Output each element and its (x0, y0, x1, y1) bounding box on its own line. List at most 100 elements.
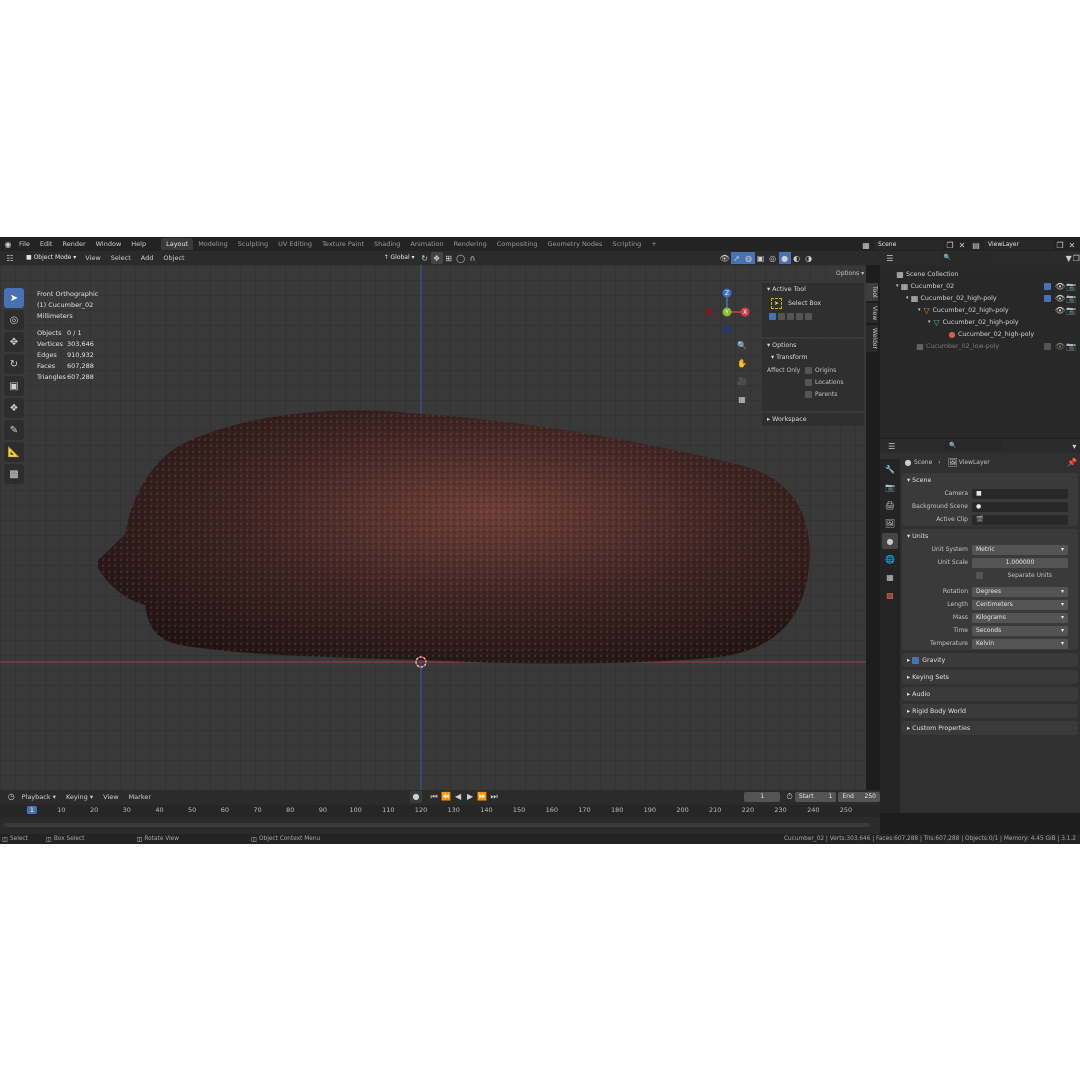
editor-type-icon[interactable]: ☷ (4, 252, 16, 264)
end-frame-input[interactable]: End 250 (838, 791, 880, 802)
tab-uv-editing[interactable]: UV Editing (273, 238, 317, 250)
list-item[interactable]: ▾ ▦ Cucumber_02 👁 📷 (880, 280, 1080, 292)
separate-units-checkbox[interactable] (976, 572, 983, 579)
workspace-section[interactable]: ▸ Workspace (762, 413, 864, 426)
select-box-tool[interactable]: ➤ Select Box (771, 298, 859, 309)
active-clip-field[interactable]: 🎬 (972, 514, 1068, 525)
rotation-dropdown[interactable]: Degrees ▾ (972, 586, 1068, 597)
start-frame-input[interactable]: Start 1 (794, 791, 837, 802)
annotate-tool-icon[interactable]: ✎ (4, 420, 24, 440)
move-tool-icon[interactable]: ✥ (4, 332, 24, 352)
list-item[interactable]: ▾ ▦ Cucumber_02_high-poly 👁 📷 (880, 292, 1080, 304)
mode-intersect-icon[interactable] (805, 313, 812, 320)
tab-layout[interactable]: Layout (161, 238, 194, 250)
tab-welder[interactable]: Welder (866, 324, 878, 352)
time-dropdown[interactable]: Seconds ▾ (972, 625, 1068, 636)
stopwatch-icon[interactable]: ⏱ (784, 791, 795, 803)
camera-field[interactable]: ■ (972, 488, 1068, 499)
collection-tab-icon[interactable]: ▦ (882, 569, 898, 585)
menu-select[interactable]: Select (106, 254, 136, 262)
render-tab-icon[interactable]: 📷 (882, 479, 898, 495)
custom-properties-header[interactable]: ▸ Custom Properties (902, 721, 1078, 735)
list-item[interactable]: ● Cucumber_02_high-poly (880, 328, 1080, 340)
tool-settings-tab-icon[interactable]: 🔧 (882, 461, 898, 477)
navigation-gizmo[interactable]: Z X Y (700, 285, 754, 339)
gravity-checkbox[interactable] (912, 656, 920, 664)
frame-ruler[interactable]: 1 10 20 30 40 50 60 70 80 90 100 110 120 130 140 150 160… (0, 805, 880, 817)
solid-shading-icon[interactable]: ● (778, 252, 791, 264)
scene-tab-icon[interactable]: ● (882, 533, 898, 549)
unit-system-dropdown[interactable]: Metric ▾ (972, 544, 1068, 555)
overlay-toggle-icon[interactable]: ◍ (742, 252, 755, 264)
copy-viewlayer-icon[interactable]: ❐ (1054, 239, 1066, 251)
blender-logo-icon[interactable]: ◉ (2, 238, 14, 250)
add-cube-tool-icon[interactable]: ▩ (4, 464, 24, 484)
play-icon[interactable]: ▶ (464, 791, 476, 803)
tab-animation[interactable]: Animation (405, 238, 448, 250)
audio-header[interactable]: ▸ Audio (902, 687, 1078, 701)
add-workspace-icon[interactable]: + (646, 238, 661, 250)
include-checkbox[interactable] (1044, 342, 1051, 350)
list-item[interactable]: ▾ ▽ Cucumber_02_high-poly (880, 316, 1080, 328)
scene-name-field[interactable]: Scene (874, 240, 944, 250)
material-shading-icon[interactable]: ◐ (791, 252, 803, 264)
unit-scale-input[interactable]: 1.000000 (972, 557, 1068, 568)
locations-checkbox[interactable] (805, 379, 812, 386)
world-tab-icon[interactable]: 🌐 (882, 551, 898, 567)
copy-scene-icon[interactable]: ❐ (944, 239, 956, 251)
menu-view[interactable]: View (80, 254, 105, 262)
properties-editor-icon[interactable]: ☰ (886, 440, 897, 452)
menu-playback[interactable]: Playback ▾ (17, 793, 61, 801)
menu-marker[interactable]: Marker (124, 793, 156, 801)
measure-tool-icon[interactable]: 📐 (4, 442, 24, 462)
select-tool-icon[interactable]: ➤ (4, 288, 24, 308)
texture-tab-icon[interactable]: ▩ (882, 587, 898, 603)
play-reverse-icon[interactable]: ◀ (452, 791, 464, 803)
menu-keying[interactable]: Keying ▾ (61, 793, 98, 801)
transform-subheader[interactable]: ▾ Transform (771, 354, 859, 361)
close-viewlayer-icon[interactable]: ✕ (1066, 239, 1078, 251)
mode-new-icon[interactable] (769, 313, 776, 320)
cursor-tool-icon[interactable]: ◎ (4, 310, 24, 330)
proportional-edit-icon[interactable]: ◯ (455, 252, 467, 264)
scene-panel-header[interactable]: ▾ Scene (902, 473, 1078, 487)
falloff-icon[interactable]: ∩ (467, 252, 479, 264)
filter-icon[interactable]: ▼ (1065, 252, 1073, 264)
render-camera-icon[interactable]: 📷 (1065, 304, 1077, 316)
tab-view[interactable]: View (866, 302, 878, 323)
parents-checkbox[interactable] (805, 391, 812, 398)
origins-checkbox[interactable] (805, 367, 812, 374)
cucumber-mesh[interactable] (98, 410, 810, 664)
tab-geometry-nodes[interactable]: Geometry Nodes (543, 238, 608, 250)
mode-extend-icon[interactable] (778, 313, 785, 320)
menu-object[interactable]: Object (158, 254, 189, 262)
properties-search-input[interactable]: 🔍 (945, 441, 1003, 451)
tab-modeling[interactable]: Modeling (193, 238, 233, 250)
tab-sculpting[interactable]: Sculpting (233, 238, 273, 250)
include-checkbox[interactable] (1044, 282, 1051, 290)
render-camera-icon[interactable]: 📷 (1065, 340, 1077, 352)
chevron-down-icon[interactable]: ▾ (1069, 440, 1080, 452)
wireframe-shading-icon[interactable]: ◎ (767, 252, 779, 264)
view-layer-tab-icon[interactable]: 🖼 (882, 515, 898, 531)
gizmo-neg-z[interactable] (723, 325, 731, 333)
list-item[interactable]: ▦ Scene Collection (880, 268, 1080, 280)
rigid-body-world-header[interactable]: ▸ Rigid Body World (902, 704, 1078, 718)
close-scene-icon[interactable]: ✕ (956, 239, 968, 251)
tab-texture-paint[interactable]: Texture Paint (317, 238, 369, 250)
viewlayer-icon[interactable]: ▤ (968, 239, 984, 251)
visibility-icon[interactable]: 👁 (719, 252, 731, 264)
pin-icon[interactable]: 📌 (1066, 456, 1078, 468)
list-item[interactable]: ▾ ▽ Cucumber_02_high-poly 👁 📷 (880, 304, 1080, 316)
pivot-icon[interactable]: ↻ (419, 252, 431, 264)
zoom-icon[interactable]: 🔍 (736, 339, 748, 351)
render-camera-icon[interactable]: 📷 (1065, 292, 1077, 304)
current-frame-input[interactable]: 1 (744, 791, 781, 802)
keying-sets-header[interactable]: ▸ Keying Sets (902, 670, 1078, 684)
include-checkbox[interactable] (1044, 294, 1051, 302)
menu-add[interactable]: Add (136, 254, 159, 262)
background-scene-field[interactable]: ● (972, 501, 1068, 512)
options-header[interactable]: ▾ Options (767, 342, 859, 349)
record-icon[interactable]: ● (410, 790, 423, 803)
temperature-dropdown[interactable]: Kelvin ▾ (972, 638, 1068, 649)
